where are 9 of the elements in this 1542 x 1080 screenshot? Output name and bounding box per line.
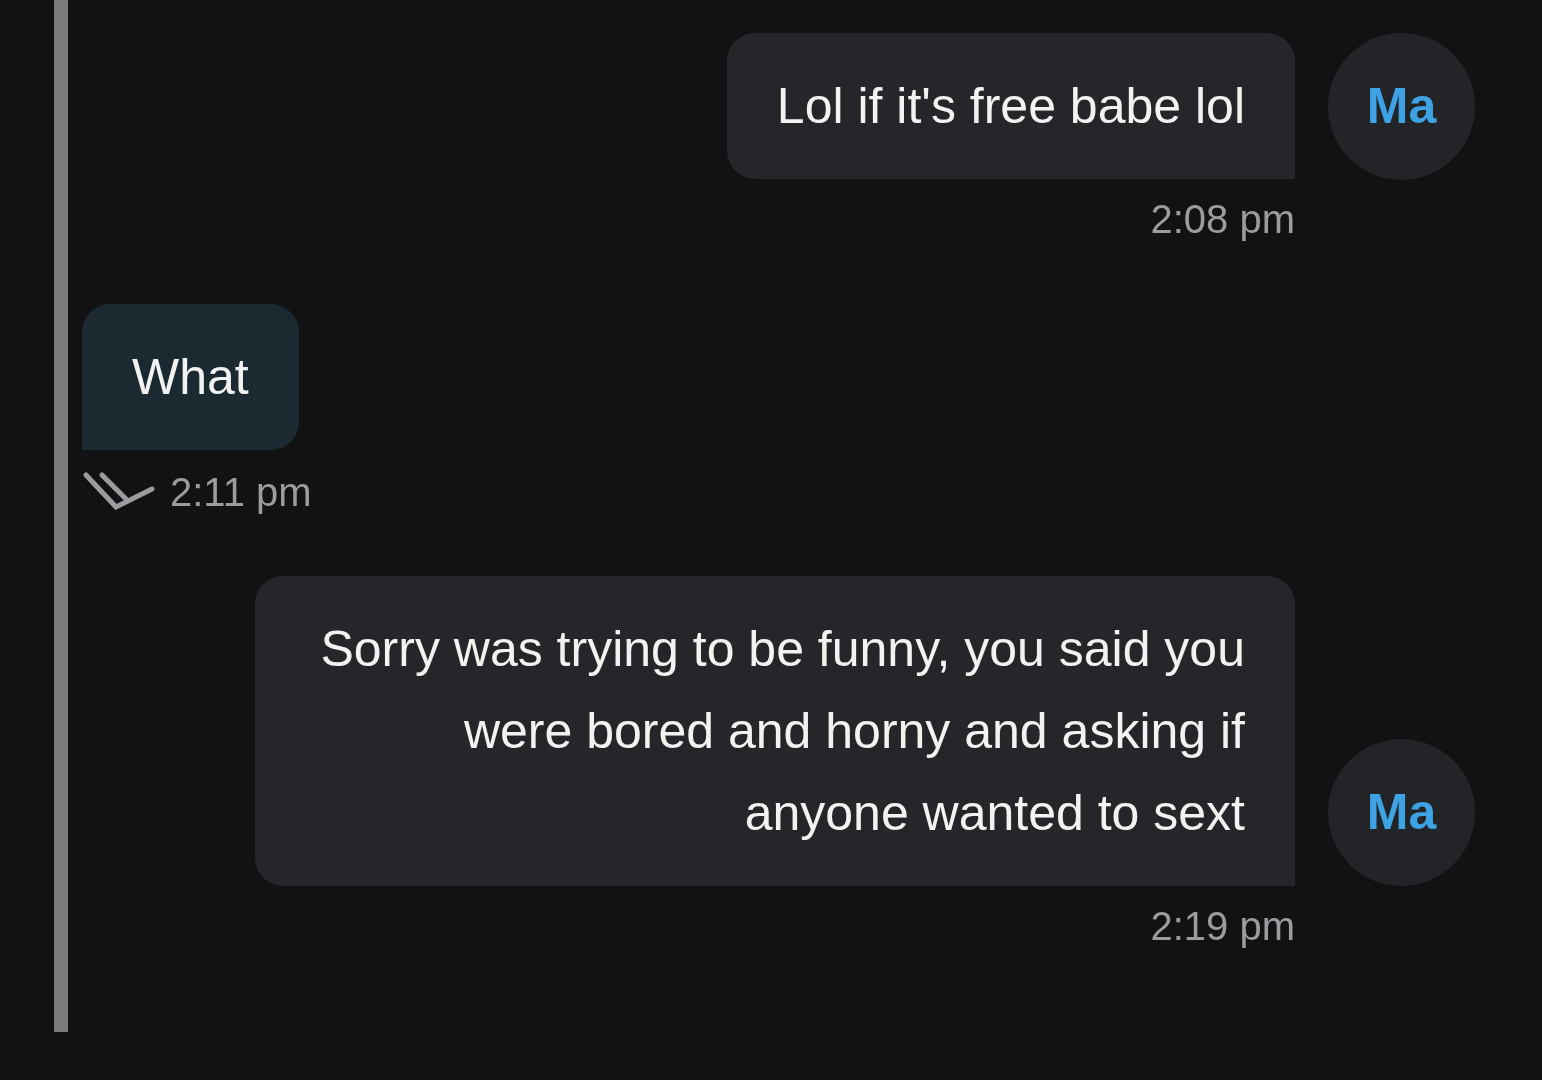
avatar[interactable]: Ma <box>1328 739 1475 886</box>
avatar[interactable]: Ma <box>1328 33 1475 180</box>
message-bubble: What <box>82 304 299 450</box>
message-time: 2:08 pm <box>1150 196 1295 243</box>
message-time: 2:11 pm <box>170 469 312 516</box>
message-time: 2:19 pm <box>1150 903 1295 950</box>
message-bubble: Lol if it's free babe lol <box>726 33 1295 179</box>
scrollbar[interactable] <box>54 0 68 1032</box>
message-bubble: Sorry was trying to be funny, you said you were bored and horny and asking if anyone wanted to sext <box>255 576 1295 886</box>
